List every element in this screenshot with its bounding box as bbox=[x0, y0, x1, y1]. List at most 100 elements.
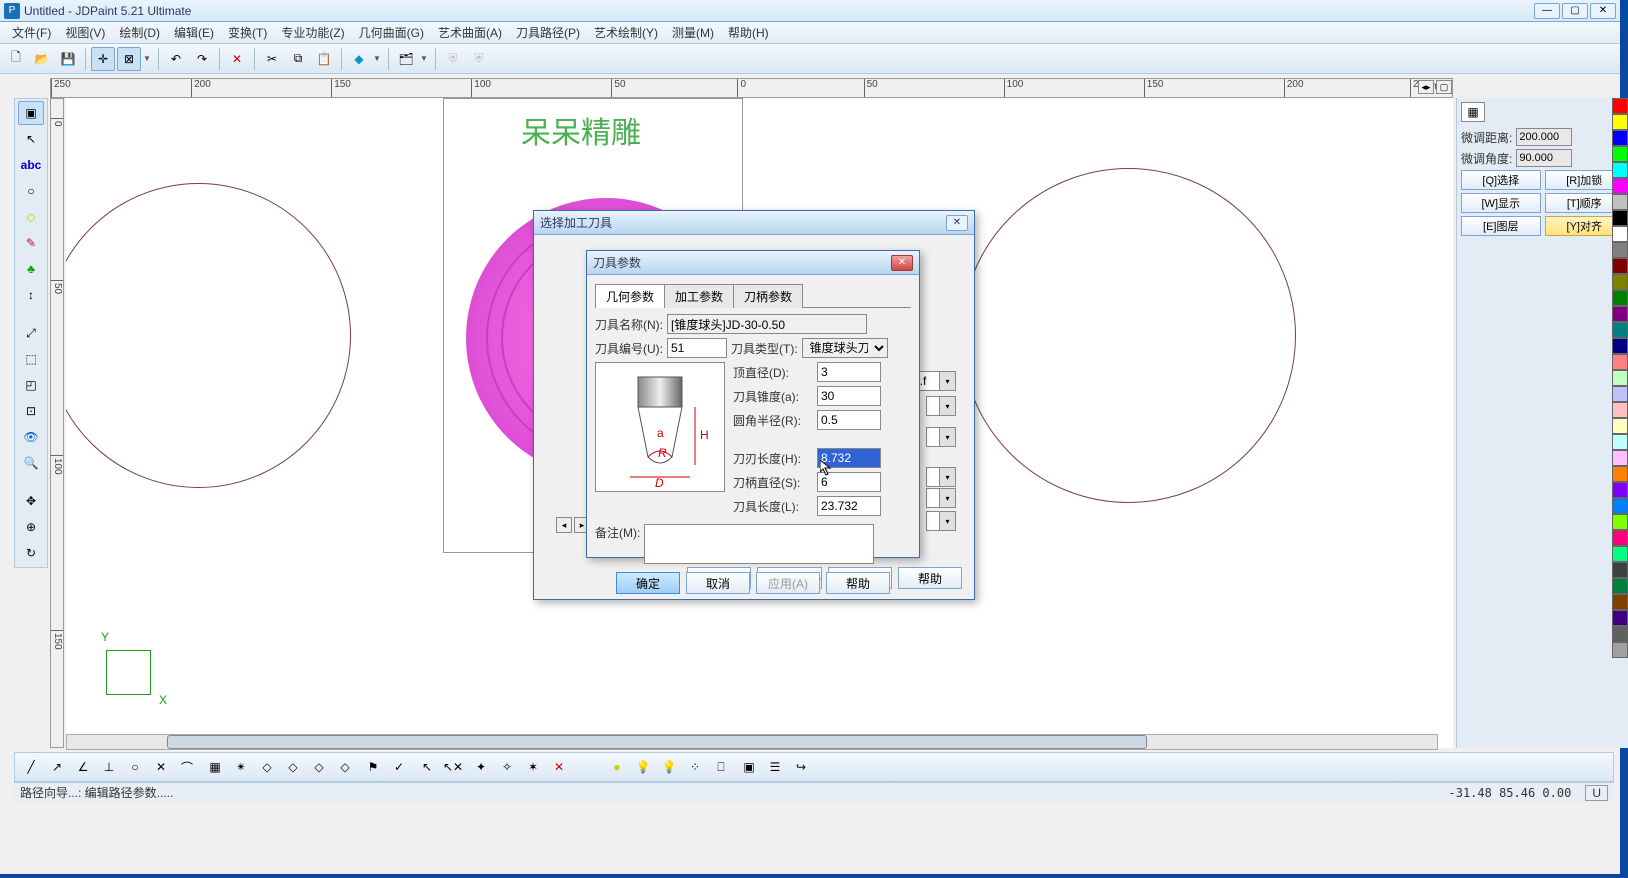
tab-geometry[interactable]: 几何参数 bbox=[595, 284, 665, 308]
paste-icon[interactable]: 📋 bbox=[312, 47, 336, 71]
snap-cross-icon[interactable]: ✛ bbox=[91, 47, 115, 71]
combo-2[interactable]: ▾ bbox=[926, 396, 956, 416]
save-icon[interactable]: 💾 bbox=[56, 47, 80, 71]
color-swatch[interactable] bbox=[1612, 498, 1628, 514]
color-swatch[interactable] bbox=[1612, 434, 1628, 450]
color-swatch[interactable] bbox=[1612, 210, 1628, 226]
color-swatch[interactable] bbox=[1612, 146, 1628, 162]
apply-button[interactable]: 应用(A) bbox=[756, 572, 820, 594]
arc-icon[interactable]: ⌒ bbox=[175, 755, 199, 779]
color-swatch[interactable] bbox=[1612, 338, 1628, 354]
measure-icon[interactable]: ↕ bbox=[18, 283, 44, 307]
menu-art-surface[interactable]: 艺术曲面(A) bbox=[432, 22, 508, 43]
tree-icon[interactable]: ♣ bbox=[18, 257, 44, 281]
ok-button[interactable]: 确定 bbox=[616, 572, 680, 594]
list-icon[interactable]: ☰ bbox=[763, 755, 787, 779]
open-icon[interactable]: 📂 bbox=[30, 47, 54, 71]
color-swatch[interactable] bbox=[1612, 242, 1628, 258]
rhomb3-icon[interactable]: ◇ bbox=[307, 755, 331, 779]
cube-icon[interactable]: ▣ bbox=[737, 755, 761, 779]
w-show-button[interactable]: [W]显示 bbox=[1461, 193, 1541, 213]
bulb-multi-icon[interactable]: ⁘ bbox=[683, 755, 707, 779]
tab-holder[interactable]: 刀柄参数 bbox=[733, 284, 803, 308]
pan-icon[interactable]: ✥ bbox=[18, 489, 44, 513]
menu-pro[interactable]: 专业功能(Z) bbox=[275, 22, 350, 43]
color-swatch[interactable] bbox=[1612, 290, 1628, 306]
chevron-down-icon[interactable]: ▾ bbox=[939, 468, 955, 486]
menu-geom-surface[interactable]: 几何曲面(G) bbox=[353, 22, 430, 43]
top-dia-input[interactable] bbox=[817, 362, 881, 382]
color-swatch[interactable] bbox=[1612, 450, 1628, 466]
color-swatch[interactable] bbox=[1612, 626, 1628, 642]
pen-icon[interactable]: ✎ bbox=[18, 231, 44, 255]
tool-id-input[interactable] bbox=[667, 338, 727, 358]
shield2-icon[interactable]: ⛨ bbox=[467, 47, 491, 71]
color-swatch[interactable] bbox=[1612, 546, 1628, 562]
line-icon[interactable]: ╱ bbox=[19, 755, 43, 779]
list-prev-icon[interactable]: ◂ bbox=[556, 517, 572, 533]
combo-3[interactable]: ▾ bbox=[926, 427, 956, 447]
del-icon[interactable]: ✕ bbox=[547, 755, 571, 779]
maximize-button[interactable]: ▢ bbox=[1562, 3, 1588, 19]
menu-edit[interactable]: 编辑(E) bbox=[168, 22, 220, 43]
new-icon[interactable]: 🗋 bbox=[4, 47, 28, 71]
color-swatch[interactable] bbox=[1612, 402, 1628, 418]
graph-icon[interactable]: ✴ bbox=[229, 755, 253, 779]
zoom-extent-icon[interactable]: ◰ bbox=[18, 373, 44, 397]
copy-icon[interactable]: ⧉ bbox=[286, 47, 310, 71]
cancel-button[interactable]: 取消 bbox=[686, 572, 750, 594]
color-swatch[interactable] bbox=[1612, 530, 1628, 546]
door-icon[interactable]: ⎕ bbox=[709, 755, 733, 779]
color-swatch[interactable] bbox=[1612, 370, 1628, 386]
combo-6[interactable]: ▾ bbox=[926, 511, 956, 531]
color-swatch[interactable] bbox=[1612, 258, 1628, 274]
chevron-down-icon[interactable]: ▾ bbox=[939, 372, 955, 390]
rhomb2-icon[interactable]: ◇ bbox=[281, 755, 305, 779]
combo-4[interactable]: ▾ bbox=[926, 467, 956, 487]
menu-draw[interactable]: 绘制(D) bbox=[113, 22, 166, 43]
pointer-icon[interactable]: ↖ bbox=[18, 127, 44, 151]
color-swatch[interactable] bbox=[1612, 610, 1628, 626]
bulb-on-icon[interactable]: ● bbox=[605, 755, 629, 779]
grid-icon[interactable]: ▦ bbox=[203, 755, 227, 779]
color-icon[interactable]: ◆ bbox=[347, 47, 371, 71]
pick1-icon[interactable]: ↖ bbox=[415, 755, 439, 779]
corner-r-input[interactable] bbox=[817, 410, 881, 430]
color-swatch[interactable] bbox=[1612, 194, 1628, 210]
horizontal-scrollbar[interactable] bbox=[66, 734, 1438, 750]
star2-icon[interactable]: ✧ bbox=[495, 755, 519, 779]
circle-tool-icon[interactable]: ○ bbox=[123, 755, 147, 779]
rhomb4-icon[interactable]: ◇ bbox=[333, 755, 357, 779]
color-swatch[interactable] bbox=[1612, 226, 1628, 242]
tool-name-input[interactable] bbox=[667, 314, 867, 334]
color-swatch[interactable] bbox=[1612, 562, 1628, 578]
color-swatch[interactable] bbox=[1612, 514, 1628, 530]
color-swatch[interactable] bbox=[1612, 594, 1628, 610]
minimize-button[interactable]: — bbox=[1534, 3, 1560, 19]
layer-dropdown-icon[interactable]: ▼ bbox=[420, 54, 430, 63]
zoom-window-icon[interactable]: ⬚ bbox=[18, 347, 44, 371]
color-swatch[interactable] bbox=[1612, 466, 1628, 482]
menu-toolpath[interactable]: 刀具路径(P) bbox=[510, 22, 586, 43]
color-swatch[interactable] bbox=[1612, 642, 1628, 658]
bulb-off-icon[interactable]: 💡 bbox=[631, 755, 655, 779]
tab-machining[interactable]: 加工参数 bbox=[664, 284, 734, 308]
scrollbar-thumb[interactable] bbox=[167, 735, 1147, 749]
text-icon[interactable]: abc bbox=[18, 153, 44, 177]
color-swatch[interactable] bbox=[1612, 274, 1628, 290]
help-button[interactable]: 帮助 bbox=[826, 572, 890, 594]
zoom-all-icon[interactable]: ⊡ bbox=[18, 399, 44, 423]
ruler-collapse-icon[interactable]: ◂▸ bbox=[1418, 80, 1434, 94]
color-swatch[interactable] bbox=[1612, 98, 1628, 114]
select-tool-close-icon[interactable]: ✕ bbox=[946, 215, 968, 231]
color-swatch[interactable] bbox=[1612, 578, 1628, 594]
pick2-icon[interactable]: ↖✕ bbox=[441, 755, 465, 779]
e-layer-button[interactable]: [E]图层 bbox=[1461, 216, 1541, 236]
fine-angle-input[interactable] bbox=[1516, 149, 1572, 167]
color-swatch[interactable] bbox=[1612, 178, 1628, 194]
layer-icon[interactable]: 🗂 bbox=[394, 47, 418, 71]
rhomb1-icon[interactable]: ◇ bbox=[255, 755, 279, 779]
zoom-in-icon[interactable]: ⊕ bbox=[18, 515, 44, 539]
perp-icon[interactable]: ⊥ bbox=[97, 755, 121, 779]
color-swatch[interactable] bbox=[1612, 306, 1628, 322]
